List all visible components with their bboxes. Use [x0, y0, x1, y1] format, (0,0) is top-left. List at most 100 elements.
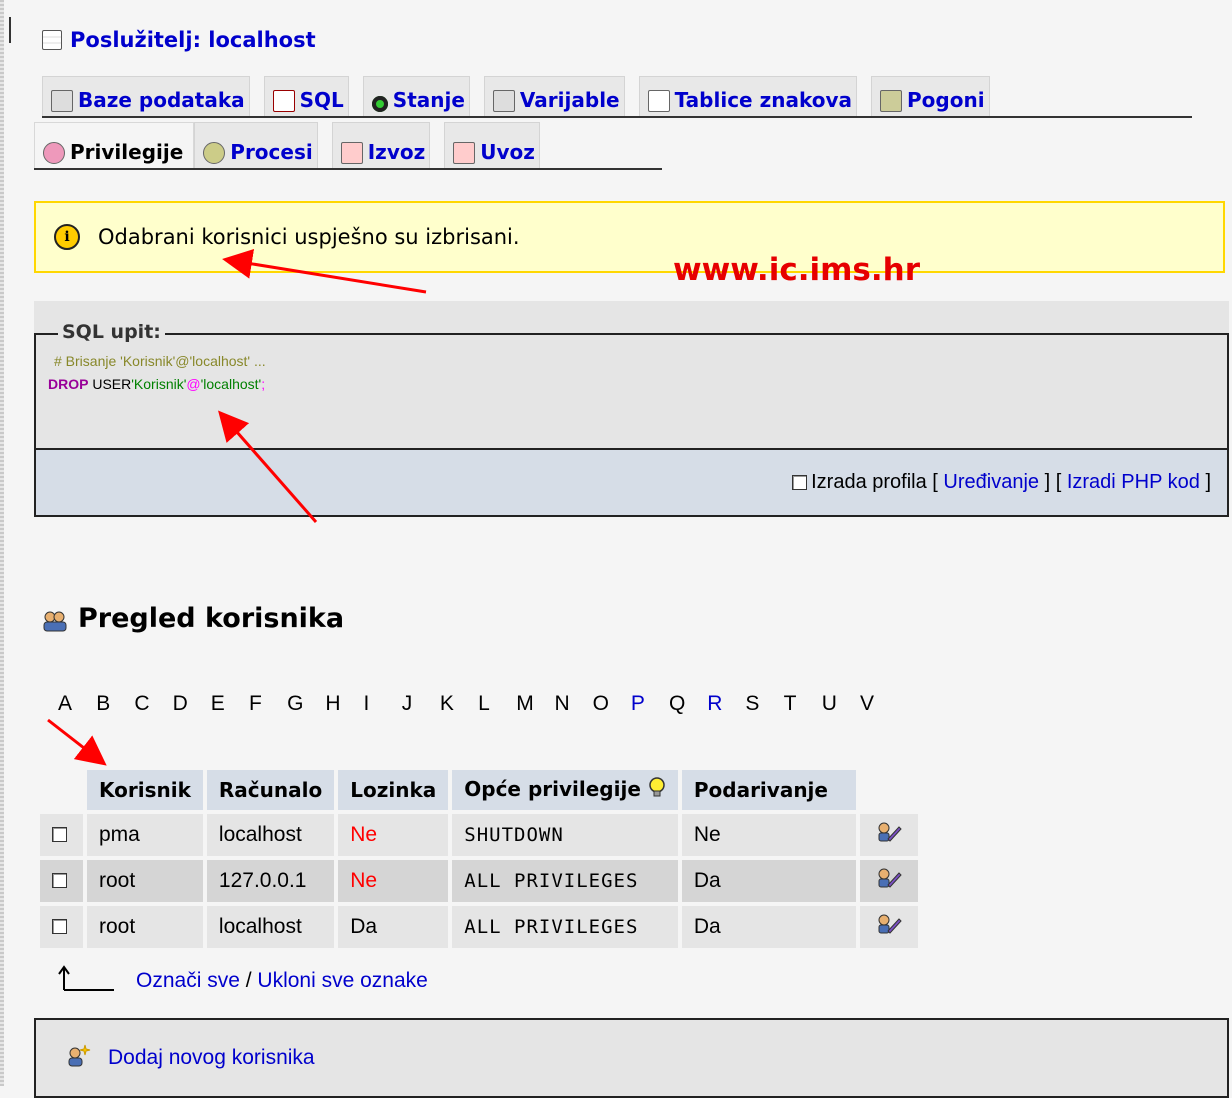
cell-grant: Da — [681, 906, 856, 948]
header-password: Lozinka — [338, 770, 449, 810]
row-checkbox[interactable] — [52, 919, 67, 934]
cell-password: Ne — [338, 814, 449, 856]
export-icon — [340, 142, 363, 164]
bracket: ] — [1205, 471, 1211, 493]
alphabet-letter-s: S — [745, 692, 760, 715]
sql-at: @ — [186, 376, 201, 392]
edit-cell — [859, 906, 918, 948]
edit-privileges-icon[interactable] — [876, 821, 902, 843]
edit-sql-link[interactable]: Uređivanje — [943, 471, 1039, 494]
alphabet-letter-d: D — [172, 692, 188, 715]
check-all-link[interactable]: Označi sve — [136, 969, 240, 992]
alphabet-letter-o: O — [592, 692, 609, 715]
sql-plain: USER — [92, 376, 132, 392]
table-row: root 127.0.0.1 Ne ALL PRIVILEGES Da — [40, 860, 918, 902]
cell-host: localhost — [206, 814, 335, 856]
alphabet-letter-p[interactable]: P — [631, 692, 669, 716]
tab-label: Varijable — [519, 88, 620, 112]
users-icon — [42, 608, 68, 631]
tab-charsets[interactable]: Tablice znakova — [638, 76, 857, 116]
sql-terminator: ; — [261, 376, 266, 392]
notice-text: Odabrani korisnici uspješno su izbrisani… — [98, 225, 520, 249]
alphabet-letter-l: L — [478, 692, 490, 715]
profiling-checkbox[interactable] — [792, 475, 808, 490]
sql-keyword: DROP — [48, 376, 89, 392]
sql-legend: SQL upit: — [58, 321, 165, 343]
tab-label: Uvoz — [480, 140, 535, 164]
alphabet-letter-q: Q — [669, 692, 686, 715]
tab-sql[interactable]: SQL — [263, 76, 349, 116]
alphabet-letter-g: G — [287, 692, 304, 715]
cell-password: Da — [338, 906, 449, 948]
watermark-text: www.ic.ims.hr — [673, 252, 921, 288]
arrow-up-icon — [56, 964, 116, 998]
uncheck-all-link[interactable]: Ukloni sve oznake — [257, 969, 427, 992]
tabs-row-1: Baze podataka SQL Stanje Varijable Tabli… — [42, 76, 1192, 118]
table-row: pma localhost Ne SHUTDOWN Ne — [40, 814, 918, 856]
cell-privileges: ALL PRIVILEGES — [452, 906, 678, 948]
tab-label: Tablice znakova — [674, 88, 852, 112]
cell-grant: Ne — [681, 814, 856, 856]
cell-user: root — [87, 860, 203, 902]
frame-resize-handle[interactable] — [9, 17, 11, 43]
row-checkbox-cell — [40, 860, 83, 902]
header-user: Korisnik — [87, 770, 203, 810]
alphabet-letter-n: N — [554, 692, 570, 715]
users-table: Korisnik Računalo Lozinka Opće privilegi… — [36, 766, 922, 952]
tab-privileges[interactable]: Privilegije — [34, 122, 195, 168]
row-checkbox-cell — [40, 814, 83, 856]
profiling-label: Izrada profila — [811, 471, 927, 493]
tab-processes[interactable]: Procesi — [194, 122, 318, 168]
add-user-icon — [66, 1043, 92, 1073]
engines-icon — [880, 90, 902, 112]
tab-variables[interactable]: Varijable — [483, 76, 625, 116]
edit-privileges-icon[interactable] — [876, 913, 902, 935]
tab-engines[interactable]: Pogoni — [871, 76, 990, 116]
row-checkbox[interactable] — [52, 827, 67, 842]
tab-databases[interactable]: Baze podataka — [42, 76, 250, 116]
header-host: Računalo — [206, 770, 335, 810]
create-php-code-link[interactable]: Izradi PHP kod — [1067, 471, 1200, 494]
alphabet-letter-t: T — [783, 692, 797, 715]
tabs-row-2: Privilegije Procesi Izvoz Uvoz — [34, 122, 662, 170]
add-user-link[interactable]: Dodaj novog korisnika — [108, 1046, 315, 1070]
tab-label: Pogoni — [907, 88, 985, 112]
edit-cell — [859, 860, 918, 902]
table-row: root localhost Da ALL PRIVILEGES Da — [40, 906, 918, 948]
alphabet-letter-m: M — [516, 692, 534, 715]
tab-import[interactable]: Uvoz — [444, 122, 540, 168]
alphabet-letter-e: E — [210, 692, 225, 715]
users-overview-title: Pregled korisnika — [42, 603, 344, 634]
cell-privileges: SHUTDOWN — [452, 814, 678, 856]
alphabet-letter-v: V — [859, 692, 874, 715]
row-checkbox[interactable] — [52, 873, 67, 888]
alphabet-letter-f: F — [248, 692, 262, 715]
cell-grant: Da — [681, 860, 856, 902]
cell-password: Ne — [338, 860, 449, 902]
lightbulb-hint-icon[interactable] — [648, 776, 666, 804]
success-notice: i Odabrani korisnici uspješno su izbrisa… — [34, 201, 1225, 273]
alphabet-letter-h: H — [325, 692, 341, 715]
alphabet-letter-a: A — [58, 692, 73, 715]
tab-label: SQL — [299, 88, 344, 112]
tab-status[interactable]: Stanje — [362, 76, 470, 116]
processes-icon — [203, 142, 226, 164]
alphabet-letter-r[interactable]: R — [707, 692, 745, 716]
traffic-light-icon — [371, 96, 388, 112]
annotation-arrow — [47, 718, 107, 766]
edit-privileges-icon[interactable] — [876, 867, 902, 889]
alphabet-letter-k: K — [439, 692, 454, 715]
sql-icon — [272, 90, 295, 112]
server-heading[interactable]: Poslužitelj: localhost — [42, 28, 316, 52]
tab-export[interactable]: Izvoz — [331, 122, 431, 168]
tab-label: Baze podataka — [78, 88, 245, 112]
header-privileges-label: Opće privilegije — [464, 776, 641, 801]
privileges-icon — [43, 142, 65, 164]
sql-user-literal: 'Korisnik' — [131, 376, 187, 392]
tab-label: Procesi — [230, 140, 313, 164]
sql-statement: DROP USER'Korisnik'@'localhost'; — [48, 376, 265, 392]
sql-comment: # Brisanje 'Korisnik'@'localhost' ... — [54, 353, 266, 369]
tab-label: Izvoz — [367, 140, 426, 164]
variables-icon — [492, 90, 515, 112]
alphabet-letter-c: C — [134, 692, 150, 715]
